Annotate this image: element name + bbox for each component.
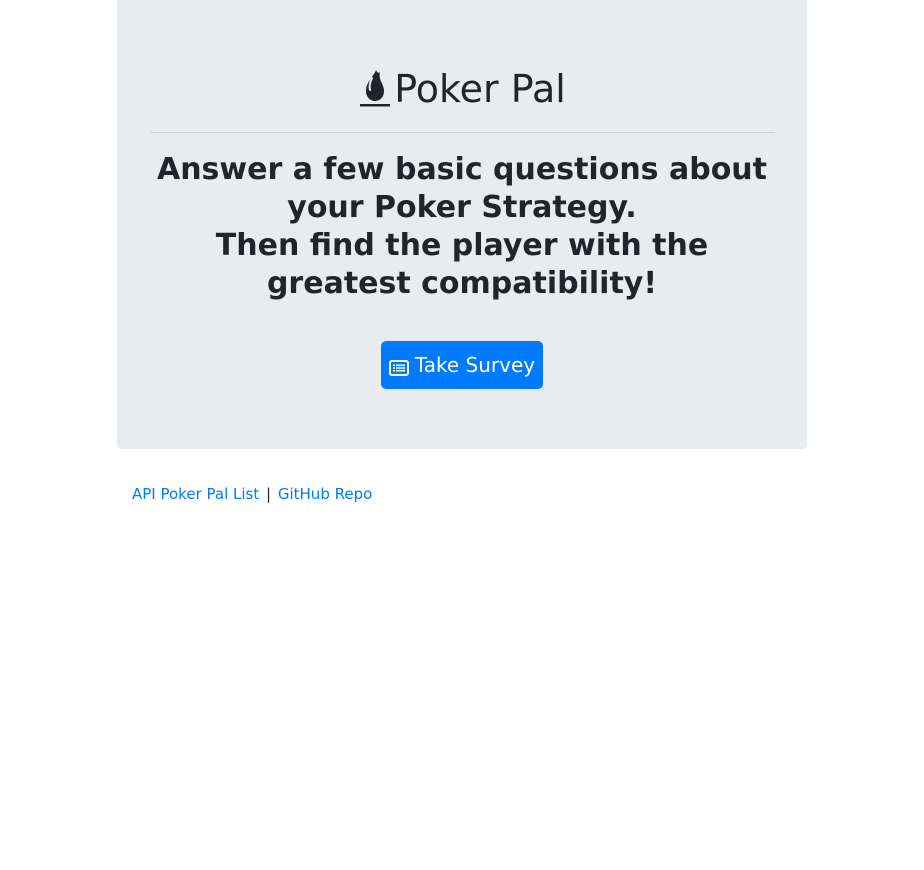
page-title: Poker Pal xyxy=(358,66,566,112)
link-separator: | xyxy=(266,485,272,503)
footer-links: API Poker Pal List | GitHub Repo xyxy=(117,485,807,503)
list-icon xyxy=(388,357,409,376)
take-survey-button[interactable]: Take Survey xyxy=(381,341,543,389)
github-repo-link[interactable]: GitHub Repo xyxy=(278,485,372,503)
main-container: Poker Pal Answer a few basic questions a… xyxy=(117,0,807,503)
intro-line-2: Then find the player with the greatest c… xyxy=(215,228,709,301)
jumbotron: Poker Pal Answer a few basic questions a… xyxy=(117,0,807,449)
intro-text: Answer a few basic questions about your … xyxy=(142,151,782,303)
divider xyxy=(149,132,775,133)
take-survey-label: Take Survey xyxy=(414,353,536,377)
intro-line-1: Answer a few basic questions about your … xyxy=(156,152,768,225)
spade-icon xyxy=(358,66,392,110)
title-text: Poker Pal xyxy=(394,67,566,111)
api-poker-pal-list-link[interactable]: API Poker Pal List xyxy=(132,485,259,503)
